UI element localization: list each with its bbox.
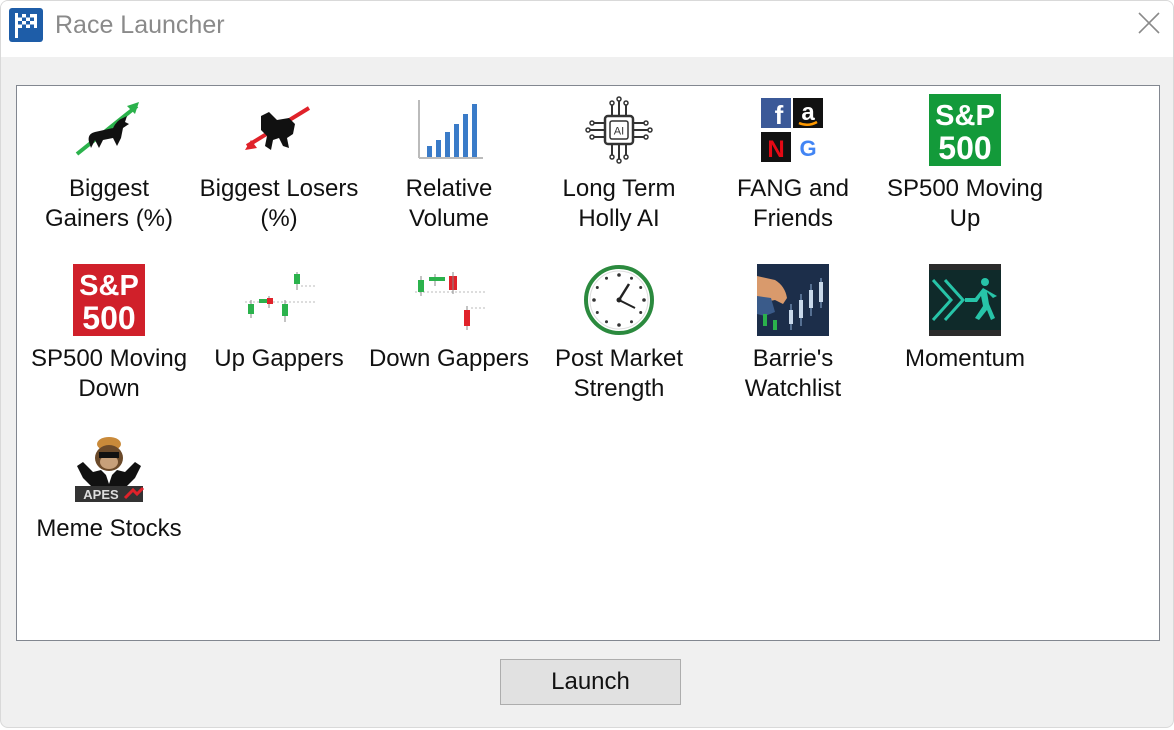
svg-text:APES: APES: [83, 487, 119, 502]
svg-text:500: 500: [938, 130, 991, 166]
svg-text:S&P: S&P: [935, 100, 995, 132]
title-bar: Race Launcher: [1, 1, 1173, 57]
up-gap-candles-icon: [243, 264, 315, 336]
svg-text:S&P: S&P: [79, 270, 139, 302]
race-item-biggest-gainers[interactable]: Biggest Gainers (%): [24, 86, 194, 248]
race-item-relative-volume[interactable]: Relative Volume: [364, 86, 534, 248]
race-item-sp500-moving-up[interactable]: S&P 500 SP500 Moving Up: [880, 86, 1050, 248]
race-item-fang-and-friends[interactable]: f a N G FANG and Friends: [708, 86, 878, 248]
race-item-meme-stocks[interactable]: APES Meme Stocks: [24, 426, 194, 588]
race-item-label: Biggest Losers (%): [199, 175, 359, 232]
race-item-biggest-losers[interactable]: Biggest Losers (%): [194, 86, 364, 248]
race-item-sp500-moving-down[interactable]: S&P 500 SP500 Moving Down: [24, 256, 194, 418]
svg-text:N: N: [767, 136, 784, 163]
apes-icon: APES: [73, 434, 145, 506]
race-item-down-gappers[interactable]: Down Gappers: [364, 256, 534, 418]
race-item-label: FANG and Friends: [736, 175, 850, 232]
svg-text:500: 500: [82, 300, 135, 336]
race-item-post-market-strength[interactable]: Post Market Strength: [534, 256, 704, 418]
race-item-label: Long Term Holly AI: [562, 175, 676, 232]
clock-icon: [583, 264, 655, 336]
close-icon: [1138, 12, 1160, 34]
race-item-barries-watchlist[interactable]: Barrie's Watchlist: [708, 256, 878, 418]
svg-text:G: G: [799, 136, 816, 161]
race-item-label: Relative Volume: [405, 175, 493, 232]
svg-text:a: a: [801, 99, 815, 126]
watchlist-hand-icon: [757, 264, 829, 336]
race-item-label: Post Market Strength: [554, 345, 684, 402]
race-item-label: Barrie's Watchlist: [744, 345, 842, 402]
volume-bars-icon: [413, 94, 485, 166]
race-list[interactable]: Biggest Gainers (%) Biggest Losers (%) R…: [16, 85, 1160, 641]
close-button[interactable]: [1125, 1, 1173, 45]
race-item-label: Biggest Gainers (%): [44, 175, 174, 232]
race-item-label: SP500 Moving Down: [30, 345, 188, 402]
race-item-label: Down Gappers: [368, 345, 530, 372]
window-title: Race Launcher: [55, 11, 225, 39]
launch-button[interactable]: Launch: [500, 659, 681, 705]
down-gap-candles-icon: [413, 264, 485, 336]
fang-logos-icon: f a N G: [757, 94, 829, 166]
bull-up-arrow-icon: [73, 94, 145, 166]
svg-text:f: f: [775, 100, 784, 130]
race-item-momentum[interactable]: Momentum: [880, 256, 1050, 418]
checkered-flag-icon: [9, 8, 43, 42]
runner-icon: [929, 264, 1001, 336]
race-item-label: Meme Stocks: [36, 515, 182, 542]
race-item-long-term-holly-ai[interactable]: AI Long Term Holly AI: [534, 86, 704, 248]
race-launcher-window: Race Launcher Biggest Gainers (%) Bigges…: [0, 0, 1174, 728]
bear-down-arrow-icon: [243, 94, 315, 166]
race-item-label: Up Gappers: [214, 345, 344, 372]
race-item-up-gappers[interactable]: Up Gappers: [194, 256, 364, 418]
ai-chip-icon: AI: [583, 94, 655, 166]
race-item-label: SP500 Moving Up: [886, 175, 1044, 232]
svg-text:AI: AI: [614, 126, 624, 138]
sp500-green-icon: S&P 500: [929, 94, 1001, 166]
sp500-red-icon: S&P 500: [73, 264, 145, 336]
race-item-label: Momentum: [904, 345, 1026, 372]
